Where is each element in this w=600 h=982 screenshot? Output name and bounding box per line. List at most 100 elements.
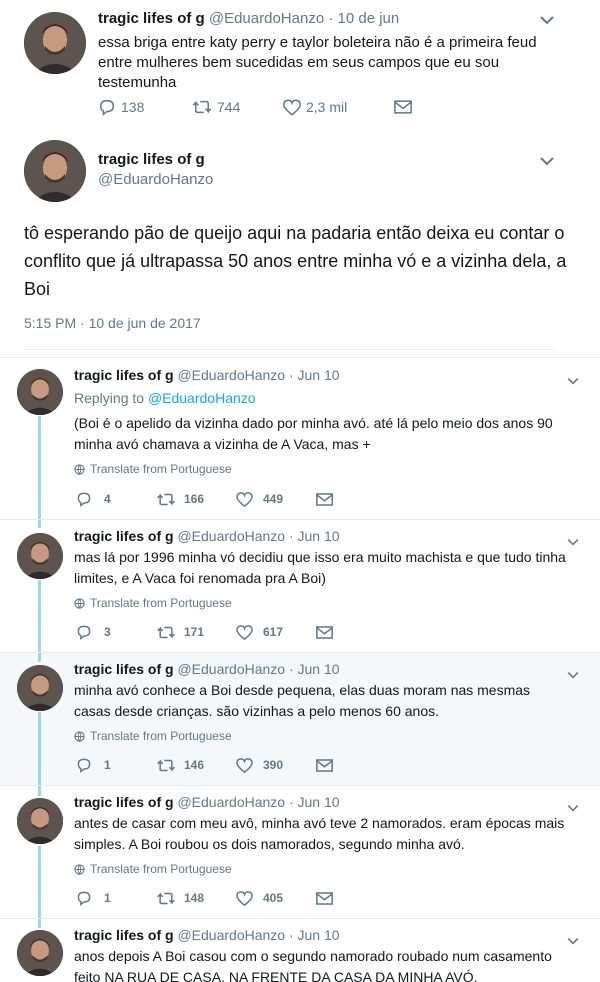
tweet-text: mas lá por 1996 minha vó decidiu que iss… [74,549,566,586]
avatar[interactable] [17,533,63,579]
author-handle[interactable]: @EduardoHanzo · Jun 10 [177,528,339,544]
replying-to-handle[interactable]: @EduardoHanzo [148,390,256,406]
like-count: 617 [263,625,284,639]
author-handle[interactable]: @EduardoHanzo · Jun 10 [177,661,339,677]
avatar-image [24,140,86,202]
retweet-count: 146 [184,758,205,772]
globe-icon [74,730,85,742]
tweet-text: antes de casar com meu avô, minha avó te… [74,815,565,852]
translate-label: Translate from Portuguese [90,596,232,610]
avatar[interactable] [17,798,63,844]
heart-icon [283,99,301,116]
retweet-icon [157,626,175,638]
divider [0,357,600,358]
reply-icon [77,625,91,640]
mail-icon [316,625,333,639]
retweet-button[interactable]: 744 [191,99,283,115]
chevron-down-icon[interactable] [540,153,554,171]
divider [0,652,600,653]
like-button[interactable]: 2,3 mil [283,99,394,116]
tweet-text: essa briga entre katy perry e taylor bol… [98,34,537,91]
translate-label: Translate from Portuguese [90,862,232,876]
avatar[interactable] [24,140,86,202]
retweet-count: 148 [184,891,205,905]
author-handle[interactable]: @EduardoHanzo · Jun 10 [177,927,339,943]
author-handle[interactable]: @EduardoHanzo · Jun 10 [177,794,339,810]
message-button[interactable] [394,100,412,114]
message-button[interactable] [316,891,333,905]
avatar-image [17,665,63,711]
author-name[interactable]: tragic lifes of g [74,528,174,544]
like-button[interactable]: 617 [236,624,316,640]
reply-icon [77,758,91,773]
author-handle[interactable]: @EduardoHanzo [209,10,324,27]
mail-icon [394,100,412,114]
tweet-timestamp[interactable]: 5:15 PM · 10 de jun de 2017 [24,315,201,331]
heart-icon [236,757,253,773]
reply-button[interactable]: 1 [76,757,156,773]
avatar[interactable] [17,665,63,711]
mail-icon [316,758,333,772]
divider [0,785,600,786]
globe-icon [74,597,85,609]
translate-link[interactable]: Translate from Portuguese [74,596,232,610]
tweet-actions: 4 166 449 [76,491,333,507]
like-button[interactable]: 390 [236,757,316,773]
thread-line [38,712,41,796]
tweet-date[interactable]: · 10 de jun [328,10,399,27]
replying-to-label: Replying to [74,390,148,406]
author-handle[interactable]: @EduardoHanzo [98,171,213,188]
avatar[interactable] [17,369,63,415]
tweet-actions: 1 146 390 [76,757,333,773]
author-name[interactable]: tragic lifes of g [74,367,174,383]
retweet-count: 744 [217,99,241,115]
reply-count: 1 [104,891,111,905]
heart-icon [236,624,253,640]
author-name[interactable]: tragic lifes of g [98,10,205,27]
like-count: 449 [263,492,284,506]
translate-link[interactable]: Translate from Portuguese [74,862,232,876]
reply-count: 1 [104,758,111,772]
reply-count: 3 [104,625,111,639]
reply-button[interactable]: 1 [76,890,156,906]
heart-icon [236,491,253,507]
tweet-actions: 138 744 2,3 mil [98,98,412,116]
avatar-image [17,798,63,844]
globe-icon [74,863,85,875]
retweet-button[interactable]: 146 [156,758,236,773]
retweet-button[interactable]: 166 [156,492,236,507]
message-button[interactable] [316,492,333,506]
tweet-actions: 3 171 617 [76,624,333,640]
author-name[interactable]: tragic lifes of g [74,794,174,810]
translate-link[interactable]: Translate from Portuguese [74,462,232,476]
like-button[interactable]: 449 [236,491,316,507]
tweet-text: minha avó conhece a Boi desde pequena, e… [74,682,531,719]
reply-count: 4 [104,492,111,506]
thread-line [38,416,41,528]
tweet-actions: 1 148 405 [76,890,333,906]
chevron-down-icon[interactable] [567,372,579,390]
avatar[interactable] [24,12,86,74]
tweet-text: anos depois A Boi casou com o segundo na… [74,948,552,982]
thread-line [38,580,41,662]
translate-link[interactable]: Translate from Portuguese [74,729,232,743]
translate-label: Translate from Portuguese [90,729,232,743]
author-name[interactable]: tragic lifes of g [74,927,174,943]
author-name[interactable]: tragic lifes of g [74,661,174,677]
like-count: 2,3 mil [306,99,348,115]
mail-icon [316,492,333,506]
like-button[interactable]: 405 [236,890,316,906]
avatar[interactable] [17,930,63,976]
message-button[interactable] [316,625,333,639]
author-name[interactable]: tragic lifes of g [98,151,205,168]
reply-button[interactable]: 3 [76,624,156,640]
retweet-icon [157,892,175,904]
retweet-button[interactable]: 148 [156,891,236,906]
retweet-button[interactable]: 171 [156,625,236,640]
reply-button[interactable]: 138 [98,98,191,116]
chevron-down-icon[interactable] [540,12,554,30]
reply-icon [77,891,91,906]
reply-button[interactable]: 4 [76,491,156,507]
author-handle[interactable]: @EduardoHanzo · Jun 10 [177,367,339,383]
message-button[interactable] [316,758,333,772]
